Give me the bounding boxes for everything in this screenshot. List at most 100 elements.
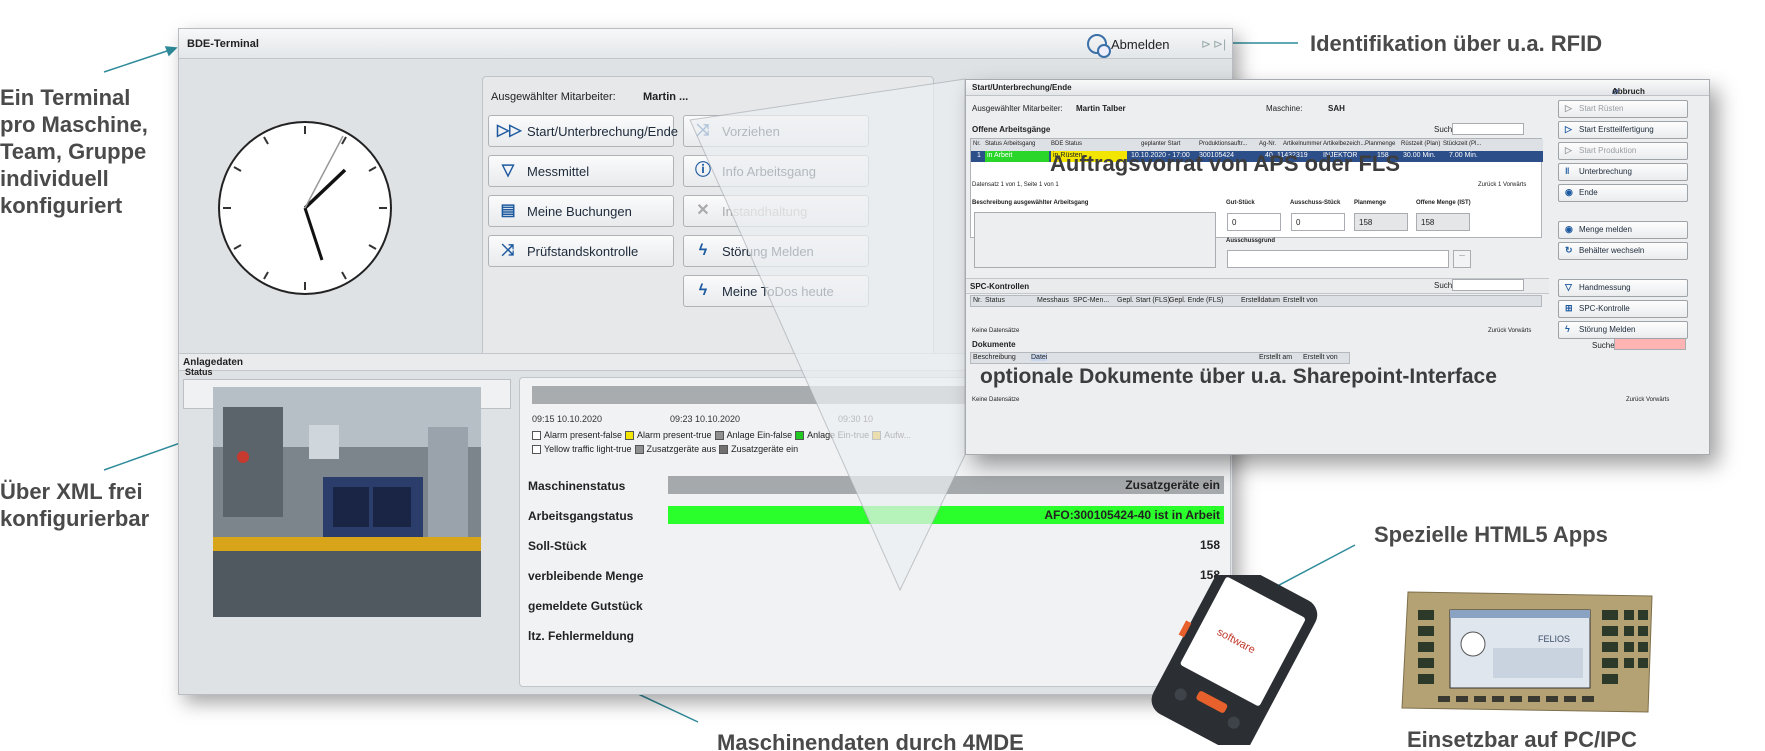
lightning-icon: ϟ <box>698 242 708 259</box>
annotation-xml: Über XML frei konfigurierbar <box>0 479 150 531</box>
desc-label: Beschreibung ausgewählter Arbeitsgang <box>972 200 1089 206</box>
ausschussgrund-label: Ausschussgrund <box>1226 238 1276 244</box>
play-icon: ▷ <box>1565 124 1572 134</box>
annotation-docs: optionale Dokumente über u.a. Sharepoint… <box>980 365 1497 388</box>
ende-button[interactable]: ◉ Ende <box>1558 184 1688 202</box>
analog-clock <box>218 121 392 295</box>
instandhaltung-button[interactable]: ✕ Instandhaltung <box>683 195 869 227</box>
arbeitsgangstatus-value: AFO:300105424-40 ist in Arbeit <box>668 506 1224 524</box>
table-header: Nr. Status Arbeitsgang BDE Status geplan… <box>971 139 1543 151</box>
stoerung-melden-button[interactable]: ϟ Störung Melden <box>1558 321 1688 339</box>
ausschussgrund-browse[interactable]: ... <box>1453 250 1471 268</box>
row-fehlermeldung: ltz. Fehlermeldung <box>528 629 635 643</box>
buchungen-button[interactable]: ▤ Meine Buchungen <box>488 195 674 227</box>
shuffle-icon: ⤨ <box>501 242 515 259</box>
behaelter-wechseln-button[interactable]: ↻ Behälter wechseln <box>1558 242 1688 260</box>
gut-label: Gut-Stück <box>1226 200 1255 206</box>
legend-row-1: Alarm present-false Alarm present-true A… <box>532 430 911 440</box>
machine-photo <box>213 387 481 617</box>
spc-search-input[interactable] <box>1452 279 1524 291</box>
handmessung-button[interactable]: ▽ Handmessung <box>1558 279 1688 297</box>
row-arbeitsgangstatus: Arbeitsgangstatus AFO:300105424-40 ist i… <box>528 506 1224 526</box>
refresh-icon: ↻ <box>1565 245 1573 255</box>
doc-empty: Keine Datensätze <box>972 397 1020 403</box>
page-nav[interactable]: Zurück 1 Vorwärts <box>1478 182 1526 188</box>
legend-swatch <box>795 430 805 440</box>
offene-menge-label: Offene Menge (IST) <box>1416 200 1471 206</box>
menge-melden-button[interactable]: ◉ Menge melden <box>1558 221 1688 239</box>
doc-table-header: Beschreibung Datei Erstellt am Erstellt … <box>970 352 1350 364</box>
pc-logo: FELIOS <box>1538 634 1570 644</box>
timeline-tick: 09:23 10.10.2020 <box>670 414 741 424</box>
annotation-aps: Auftragsvorrat von APS oder FLS <box>1050 151 1401 176</box>
todos-button[interactable]: ϟ Meine ToDos heute <box>683 275 869 307</box>
dialog-machine-value: SAH <box>1328 104 1345 113</box>
annotation-pcipc: Einsetzbar auf PC/IPC <box>1407 727 1637 751</box>
dialog-titlebar: Start/Unterbrechung/Ende ⊘ Abbruch <box>966 80 1709 96</box>
dialog-employee-value: Martin Talber <box>1076 104 1126 113</box>
legend-swatch <box>872 430 882 440</box>
stop-icon: ◉ <box>1565 187 1573 197</box>
timeline-tick: 09:15 10.10.2020 <box>532 414 603 424</box>
filter-icon: ▽ <box>501 162 515 179</box>
dialog-title: Start/Unterbrechung/Ende <box>972 83 1072 92</box>
legend-row-2: Yellow traffic light-true Zusatzgeräte a… <box>532 444 798 454</box>
planmenge-label: Planmenge <box>1354 200 1387 206</box>
unterbrechung-button[interactable]: ‖ Unterbrechung <box>1558 163 1688 181</box>
employee-label: Ausgewählter Mitarbeiter: <box>491 91 616 103</box>
bde-titlebar: BDE-Terminal Abmelden ⊳ ⊳| <box>179 29 1232 59</box>
doc-nav[interactable]: Zurück Vorwärts <box>1626 397 1669 403</box>
play-icon: ▷ <box>1565 145 1572 155</box>
messmittel-button[interactable]: ▽ Messmittel <box>488 155 674 187</box>
annotation-mde: Maschinendaten durch 4MDE <box>717 730 1024 751</box>
ipc-panel: FELIOS <box>1401 591 1653 713</box>
ausschuss-input[interactable]: 0 <box>1291 213 1345 231</box>
start-button[interactable]: ▷▷ Start/Unterbrechung/Ende <box>488 115 678 147</box>
row-maschinenstatus: Maschinenstatus Zusatzgeräte ein <box>528 476 1224 496</box>
legend-swatch <box>719 444 729 454</box>
skip-icon[interactable]: ⊳| <box>1213 37 1226 51</box>
employee-value: Martin ... <box>643 91 689 103</box>
play-double-icon: ▷▷ <box>497 122 522 139</box>
start-produktion-button[interactable]: ▷ Start Produktion <box>1558 142 1688 160</box>
dokumente-label: Dokumente <box>972 340 1016 349</box>
start-erstteil-button[interactable]: ▷ Start Erstteilfertigung <box>1558 121 1688 139</box>
dialog-machine-label: Maschine: <box>1266 104 1303 113</box>
open-ops-search-input[interactable] <box>1452 123 1524 135</box>
legend-swatch <box>714 430 724 440</box>
legend-swatch <box>532 430 541 440</box>
tools-icon: ✕ <box>696 202 710 219</box>
spc-nav[interactable]: Zurück Vorwärts <box>1488 328 1531 334</box>
legend-swatch <box>532 444 541 454</box>
vorziehen-button[interactable]: ⤨ Vorziehen <box>683 115 869 147</box>
forward-icon[interactable]: ⊳ <box>1201 37 1211 51</box>
gut-input[interactable]: 0 <box>1227 213 1281 231</box>
row-verbleibende-menge: verbleibende Menge 158 <box>528 568 1220 583</box>
logout-button[interactable]: Abmelden <box>1087 33 1170 58</box>
spc-empty: Keine Datensätze <box>972 328 1020 334</box>
annotation-terminal: Ein Terminal pro Maschine, Team, Gruppe … <box>0 85 148 218</box>
info-arbeitsgang-button[interactable]: ⓘ Info Arbeitsgang <box>683 155 869 187</box>
info-icon: ⓘ <box>694 162 711 179</box>
pause-icon: ‖ <box>1565 166 1570 176</box>
row-soll-stueck: Soll-Stück 158 <box>528 538 1220 553</box>
stoerung-button[interactable]: ϟ Störung Melden <box>683 235 869 267</box>
bde-title: BDE-Terminal <box>187 38 259 50</box>
annotation-rfid: Identifikation über u.a. RFID <box>1310 31 1603 56</box>
status-label: Status <box>185 367 213 377</box>
start-ruesten-button[interactable]: ▷ Start Rüsten <box>1558 100 1688 118</box>
logout-label: Abmelden <box>1111 36 1170 52</box>
play-icon: ▷ <box>1565 103 1572 113</box>
users-icon <box>1087 34 1111 58</box>
planmenge-value: 158 <box>1354 213 1408 231</box>
pruefstand-button[interactable]: ⤨ Prüfstandskontrolle <box>488 235 674 267</box>
legend-swatch <box>634 444 644 454</box>
legend-swatch <box>625 430 635 440</box>
clock-panel <box>185 69 447 369</box>
dokumente-search-input[interactable] <box>1614 338 1686 350</box>
ausschussgrund-input[interactable] <box>1227 250 1449 268</box>
measure-icon: ⊞ <box>1565 303 1573 313</box>
annotation-html5: Spezielle HTML5 Apps <box>1374 522 1608 547</box>
spc-kontrolle-button[interactable]: ⊞ SPC-Kontrolle <box>1558 300 1688 318</box>
offene-menge-value: 158 <box>1416 213 1470 231</box>
